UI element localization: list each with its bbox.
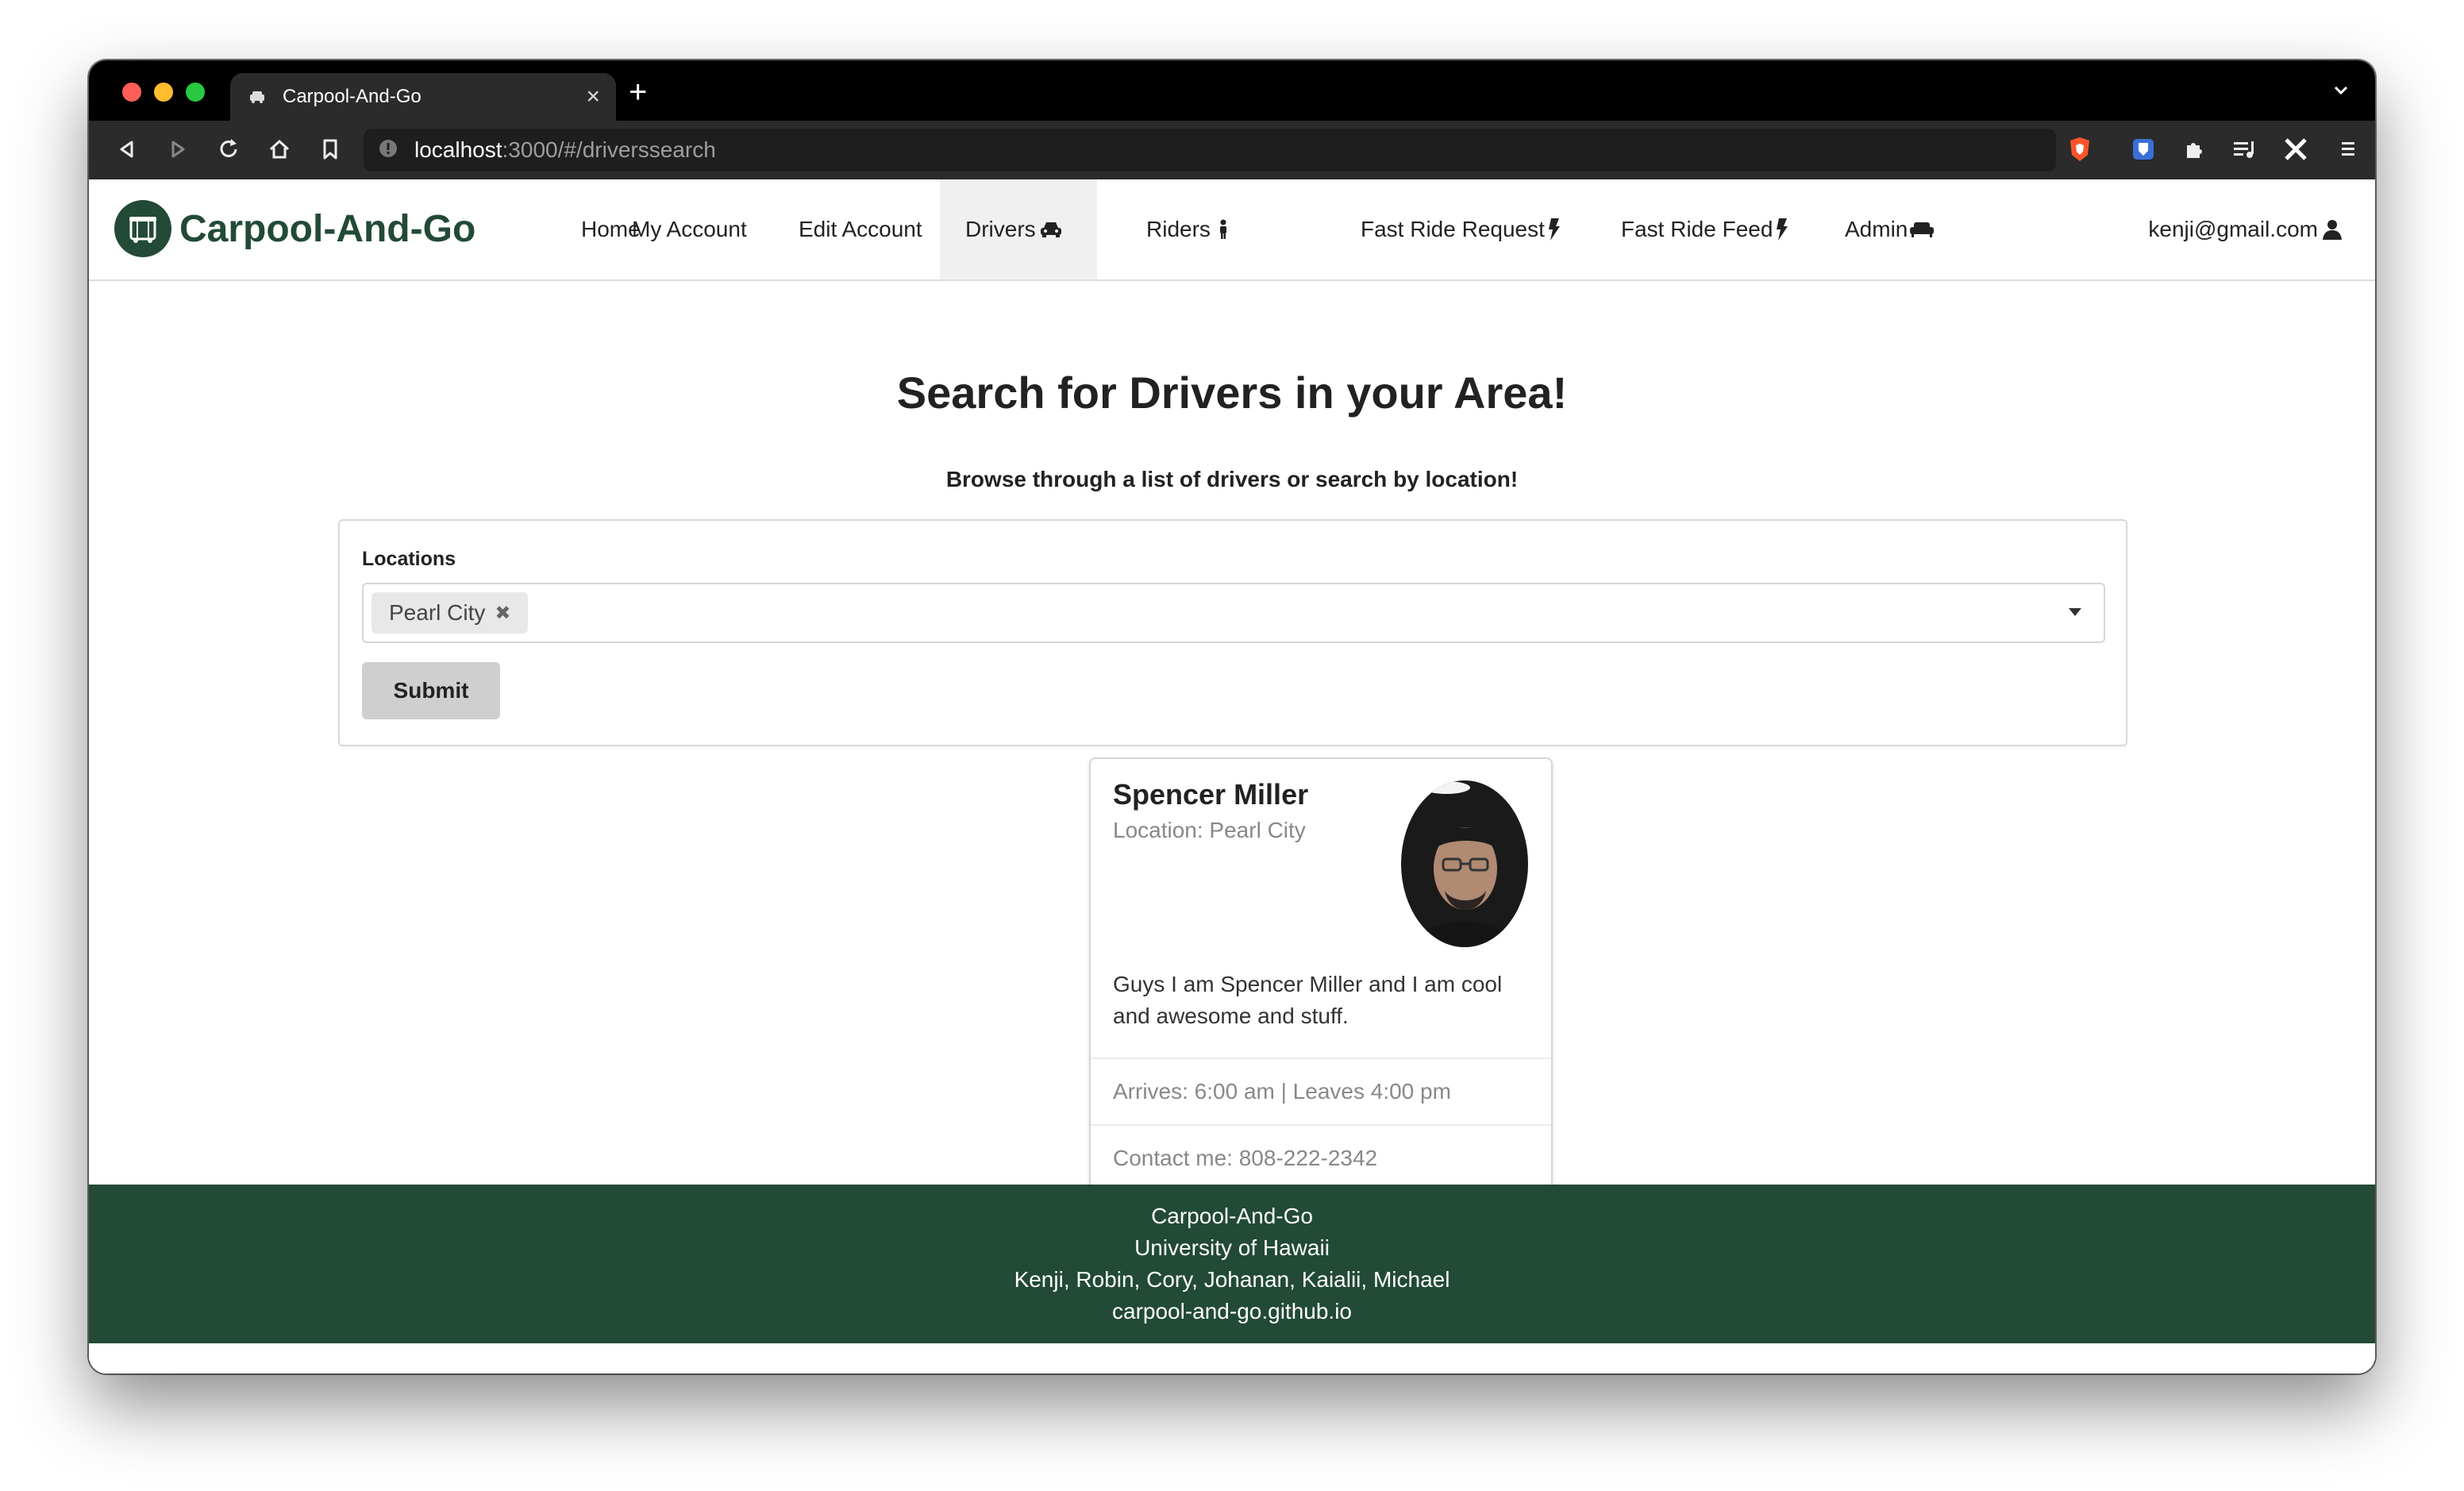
- url-path: :3000/#/driverssearch: [502, 137, 716, 162]
- tab-strip: Carpool-And-Go × +: [89, 60, 2375, 121]
- nav-admin[interactable]: Admin: [1819, 179, 1960, 279]
- tab-list-chevron-icon[interactable]: [2331, 79, 2351, 104]
- driver-schedule-text: Arrives: 6:00 am | Leaves 4:00 pm: [1113, 1079, 1451, 1104]
- tab-close-icon[interactable]: ×: [586, 85, 600, 109]
- top-navbar: Carpool-And-Go Home My Account Edit Acco…: [89, 179, 2375, 281]
- maximize-window-button[interactable]: [186, 83, 205, 102]
- tab-title: Carpool-And-Go: [283, 86, 422, 107]
- driver-card: Spencer Miller Location: Pearl City Guys…: [1089, 757, 1553, 1191]
- locations-label: Locations: [362, 548, 456, 570]
- driver-contact: Contact me: 808-222-2342: [1091, 1124, 1551, 1191]
- nav-edit-account-label: Edit Account: [799, 217, 922, 241]
- footer-line: Kenji, Robin, Cory, Johanan, Kaialii, Mi…: [1014, 1267, 1450, 1292]
- nav-drivers[interactable]: Drivers: [940, 179, 1097, 279]
- nav-riders[interactable]: Riders: [1121, 179, 1253, 279]
- footer: Carpool-And-Go University of Hawaii Kenj…: [89, 1185, 2375, 1343]
- nav-riders-label: Riders: [1146, 217, 1211, 241]
- bookmark-icon[interactable]: [314, 133, 346, 165]
- media-playlist-icon[interactable]: [2229, 133, 2261, 165]
- brave-shield-icon[interactable]: [2064, 133, 2096, 165]
- nav-edit-account[interactable]: Edit Account: [773, 179, 948, 279]
- close-window-button[interactable]: [122, 83, 141, 102]
- page-title: Search for Drivers in your Area!: [896, 368, 1568, 418]
- nav-my-account-label: My Account: [632, 217, 747, 241]
- driver-schedule: Arrives: 6:00 am | Leaves 4:00 pm: [1091, 1058, 1551, 1124]
- tool-extension-icon[interactable]: [2280, 133, 2312, 165]
- user-email: kenji@gmail.com: [2148, 217, 2318, 241]
- forward-icon[interactable]: [162, 133, 194, 165]
- driver-name: Spencer Miller: [1113, 778, 1309, 811]
- reload-icon[interactable]: [213, 133, 244, 165]
- nav-admin-label: Admin: [1845, 217, 1908, 241]
- person-icon: [1219, 219, 1228, 240]
- user-icon: [2321, 218, 2343, 241]
- driver-avatar: [1400, 780, 1529, 948]
- nav-fast-ride-feed-label: Fast Ride Feed: [1621, 217, 1773, 241]
- bolt-icon: [1776, 218, 1788, 241]
- nav-drivers-label: Drivers: [965, 217, 1036, 241]
- nav-my-account[interactable]: My Account: [606, 179, 772, 279]
- locations-multiselect[interactable]: Pearl City ✖: [362, 583, 2105, 643]
- search-form: Locations Pearl City ✖ Submit: [338, 519, 2127, 746]
- nav-fast-ride-request[interactable]: Fast Ride Request: [1335, 179, 1586, 279]
- address-bar[interactable]: localhost:3000/#/driverssearch: [364, 129, 2056, 171]
- new-tab-button[interactable]: +: [629, 76, 647, 108]
- location-chip-label: Pearl City: [389, 600, 486, 625]
- remove-chip-icon[interactable]: ✖: [495, 602, 510, 625]
- minimize-window-button[interactable]: [154, 83, 173, 102]
- couch-icon: [1909, 221, 1935, 238]
- logo-icon: [114, 200, 171, 257]
- footer-line: Carpool-And-Go: [1151, 1204, 1313, 1228]
- user-menu[interactable]: kenji@gmail.com: [2148, 179, 2343, 279]
- page-content: Carpool-And-Go Home My Account Edit Acco…: [89, 179, 2375, 1373]
- url-host: localhost: [414, 137, 502, 162]
- brand-link[interactable]: Carpool-And-Go: [114, 200, 475, 257]
- home-icon[interactable]: [264, 133, 295, 165]
- extensions-puzzle-icon[interactable]: [2178, 133, 2210, 165]
- location-chip: Pearl City ✖: [372, 592, 529, 634]
- brand-name: Carpool-And-Go: [179, 207, 476, 250]
- browser-toolbar: localhost:3000/#/driverssearch: [89, 121, 2375, 179]
- footer-line: University of Hawaii: [1134, 1235, 1330, 1260]
- browser-window: Carpool-And-Go × + localhost:3000/#/dri: [89, 60, 2375, 1373]
- submit-button[interactable]: Submit: [362, 662, 500, 719]
- page-subtitle: Browse through a list of drivers or sear…: [945, 467, 1519, 491]
- browser-menu-icon[interactable]: [2332, 133, 2364, 165]
- browser-tab[interactable]: Carpool-And-Go ×: [230, 73, 616, 121]
- dropdown-arrow-icon[interactable]: [2069, 608, 2081, 616]
- back-icon[interactable]: [111, 133, 143, 165]
- driver-location: Location: Pearl City: [1113, 818, 1306, 842]
- bolt-icon: [1548, 218, 1561, 241]
- car-favicon-icon: [246, 86, 268, 108]
- driver-contact-text: Contact me: 808-222-2342: [1113, 1146, 1378, 1170]
- site-info-icon[interactable]: [378, 138, 398, 163]
- nav-fast-ride-request-label: Fast Ride Request: [1361, 217, 1545, 241]
- car-icon: [1039, 220, 1063, 239]
- driver-description: Guys I am Spencer Miller and I am cool a…: [1113, 972, 1503, 1028]
- bitwarden-extension-icon[interactable]: [2127, 133, 2159, 165]
- footer-link[interactable]: carpool-and-go.github.io: [89, 1296, 2375, 1327]
- nav-fast-ride-feed[interactable]: Fast Ride Feed: [1596, 179, 1814, 279]
